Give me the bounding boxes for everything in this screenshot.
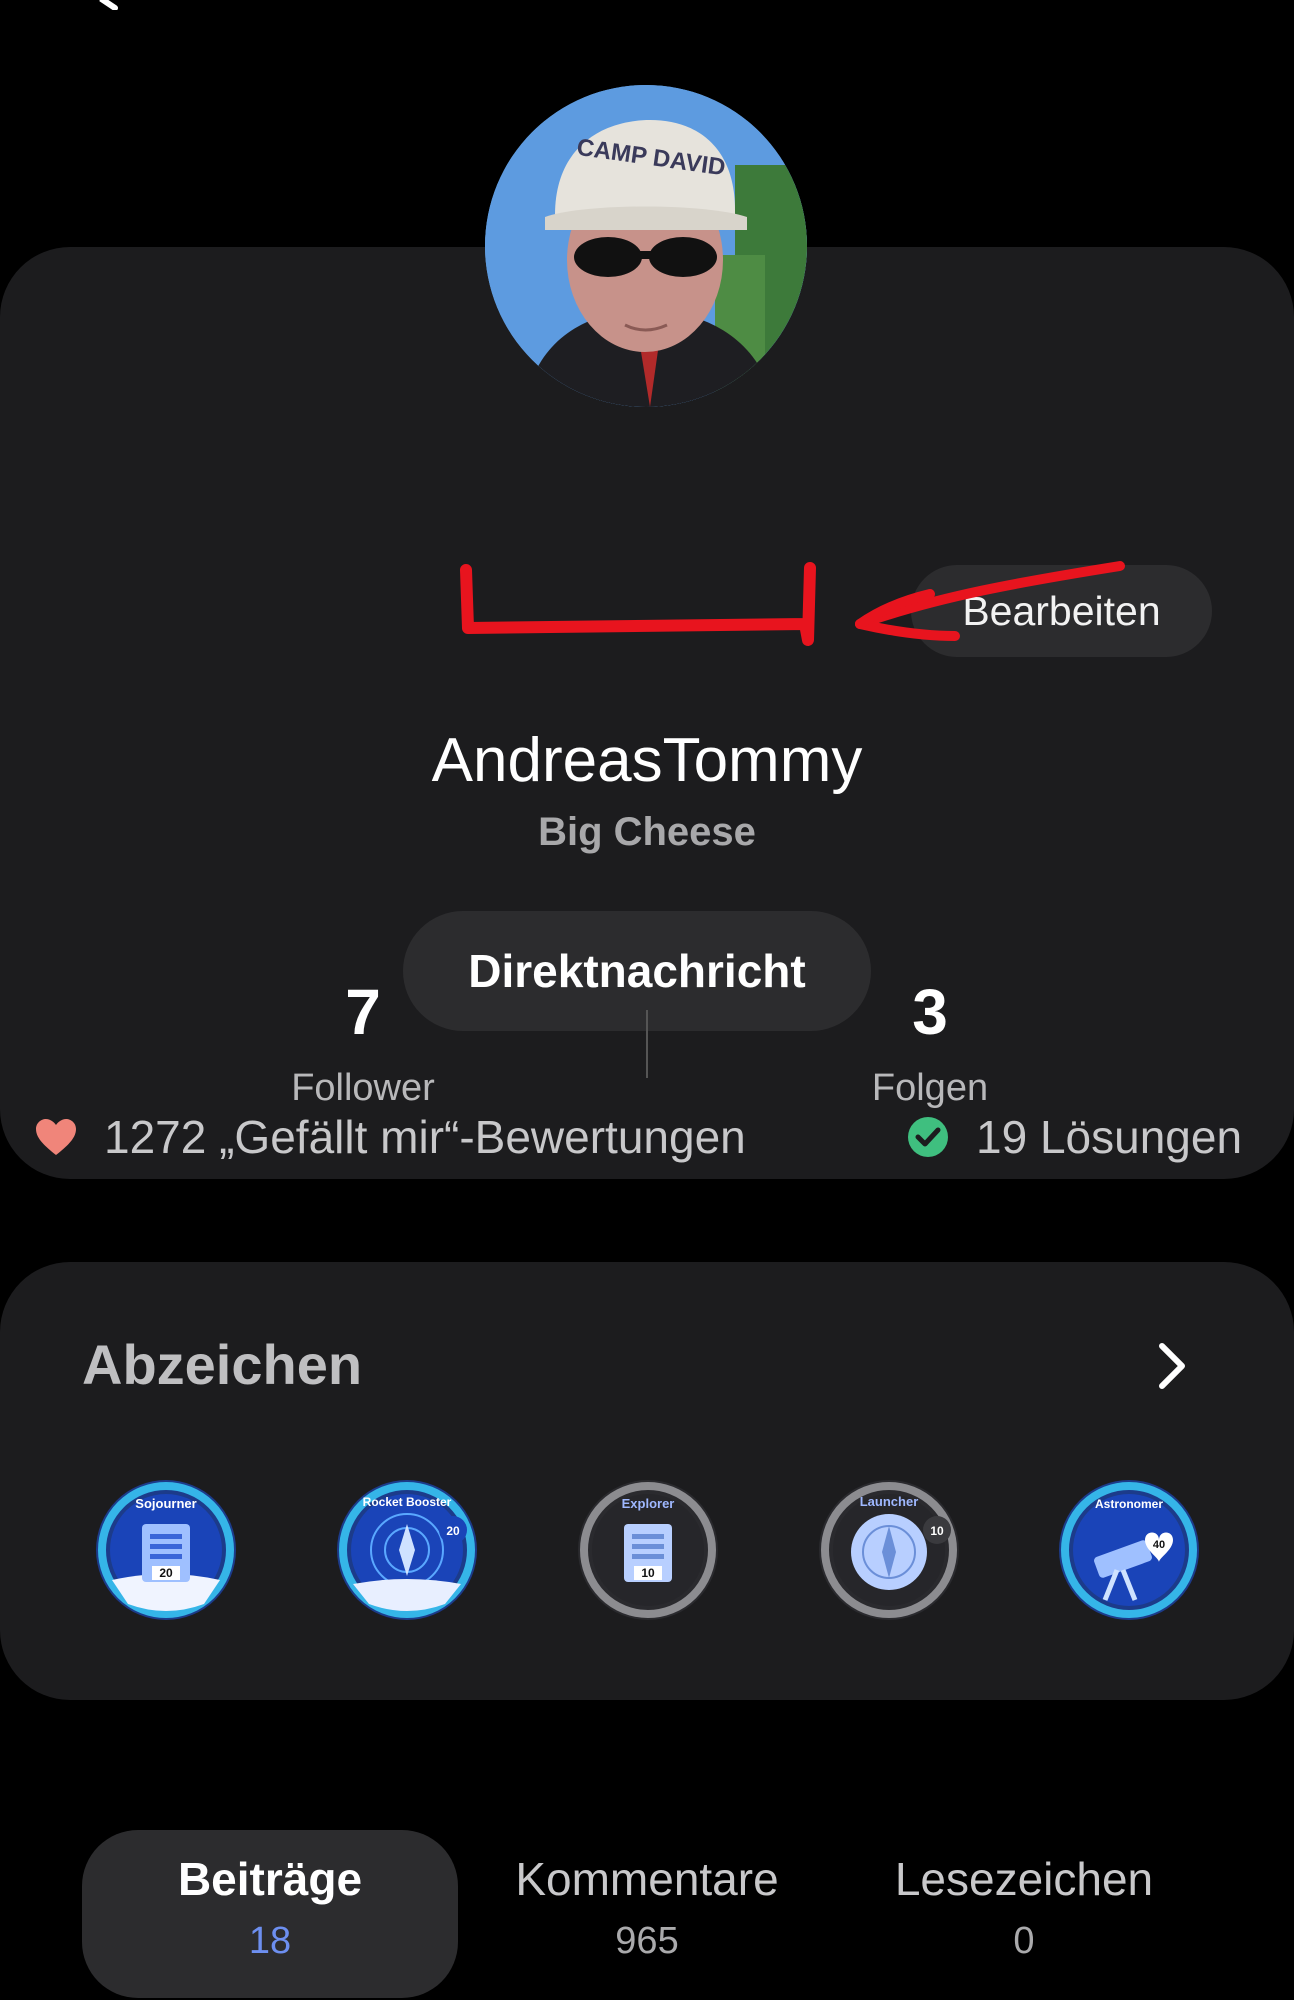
chevron-right-icon[interactable] [1150,1340,1194,1392]
badge-explorer-name: Explorer [622,1496,675,1511]
tab-bookmarks-label: Lesezeichen [894,1853,1154,1905]
solutions-count-text: 19 Lösungen [976,1111,1243,1163]
followers-count[interactable]: 7 [213,975,513,1049]
badge-astronomer-level: 40 [1153,1539,1165,1551]
following-label[interactable]: Folgen [780,1067,1080,1110]
badge-launcher[interactable]: 10 Launcher [817,1478,961,1622]
tab-posts-count: 18 [248,1920,292,1962]
tab-comments-label: Kommentare [515,1853,779,1905]
tab-comments[interactable]: Kommentare 965 [468,1830,826,1998]
likes-count-text: 1272 „Gefällt mir“-Bewertungen [104,1111,746,1163]
heart-icon [36,1119,76,1155]
badges-section-title: Abzeichen [82,1333,363,1396]
badge-rocket-booster-level: 20 [446,1524,460,1538]
tab-bookmarks[interactable]: Lesezeichen 0 [846,1830,1202,1998]
badge-explorer-level: 10 [641,1566,655,1580]
badge-sojourner[interactable]: 20 Sojourner [94,1478,238,1622]
badge-launcher-level: 10 [930,1524,944,1538]
tab-bookmarks-count: 0 [1013,1920,1035,1962]
badge-launcher-name: Launcher [860,1494,919,1509]
followers-label[interactable]: Follower [213,1067,513,1110]
tab-comments-count: 965 [615,1920,679,1962]
tab-posts-label: Beiträge [177,1853,363,1905]
badge-rocket-booster[interactable]: 20 Rocket Booster [335,1478,479,1622]
following-count[interactable]: 3 [780,975,1080,1049]
badge-astronomer-name: Astronomer [1095,1497,1163,1511]
edit-profile-button[interactable]: Bearbeiten [911,565,1212,657]
likes-stat: 1272 „Gefällt mir“-Bewertungen [34,1109,746,1165]
username: AndreasTommy [431,726,863,795]
stats-divider [646,1010,648,1078]
tab-posts[interactable]: Beiträge 18 [82,1830,458,1998]
badge-sojourner-name: Sojourner [135,1496,196,1511]
back-arrow-icon[interactable] [85,0,145,10]
avatar-photo: CAMP DAVID [485,85,807,407]
avatar[interactable]: CAMP DAVID [485,85,807,407]
solutions-stat: 19 Lösungen [906,1109,1242,1165]
badge-astronomer[interactable]: 40 Astronomer [1057,1478,1201,1622]
badge-sojourner-level: 20 [159,1566,173,1580]
badge-rocket-booster-name: Rocket Booster [363,1495,452,1509]
badge-explorer[interactable]: 10 Explorer [576,1478,720,1622]
user-rank: Big Cheese [538,810,756,854]
check-circle-icon [908,1117,948,1157]
